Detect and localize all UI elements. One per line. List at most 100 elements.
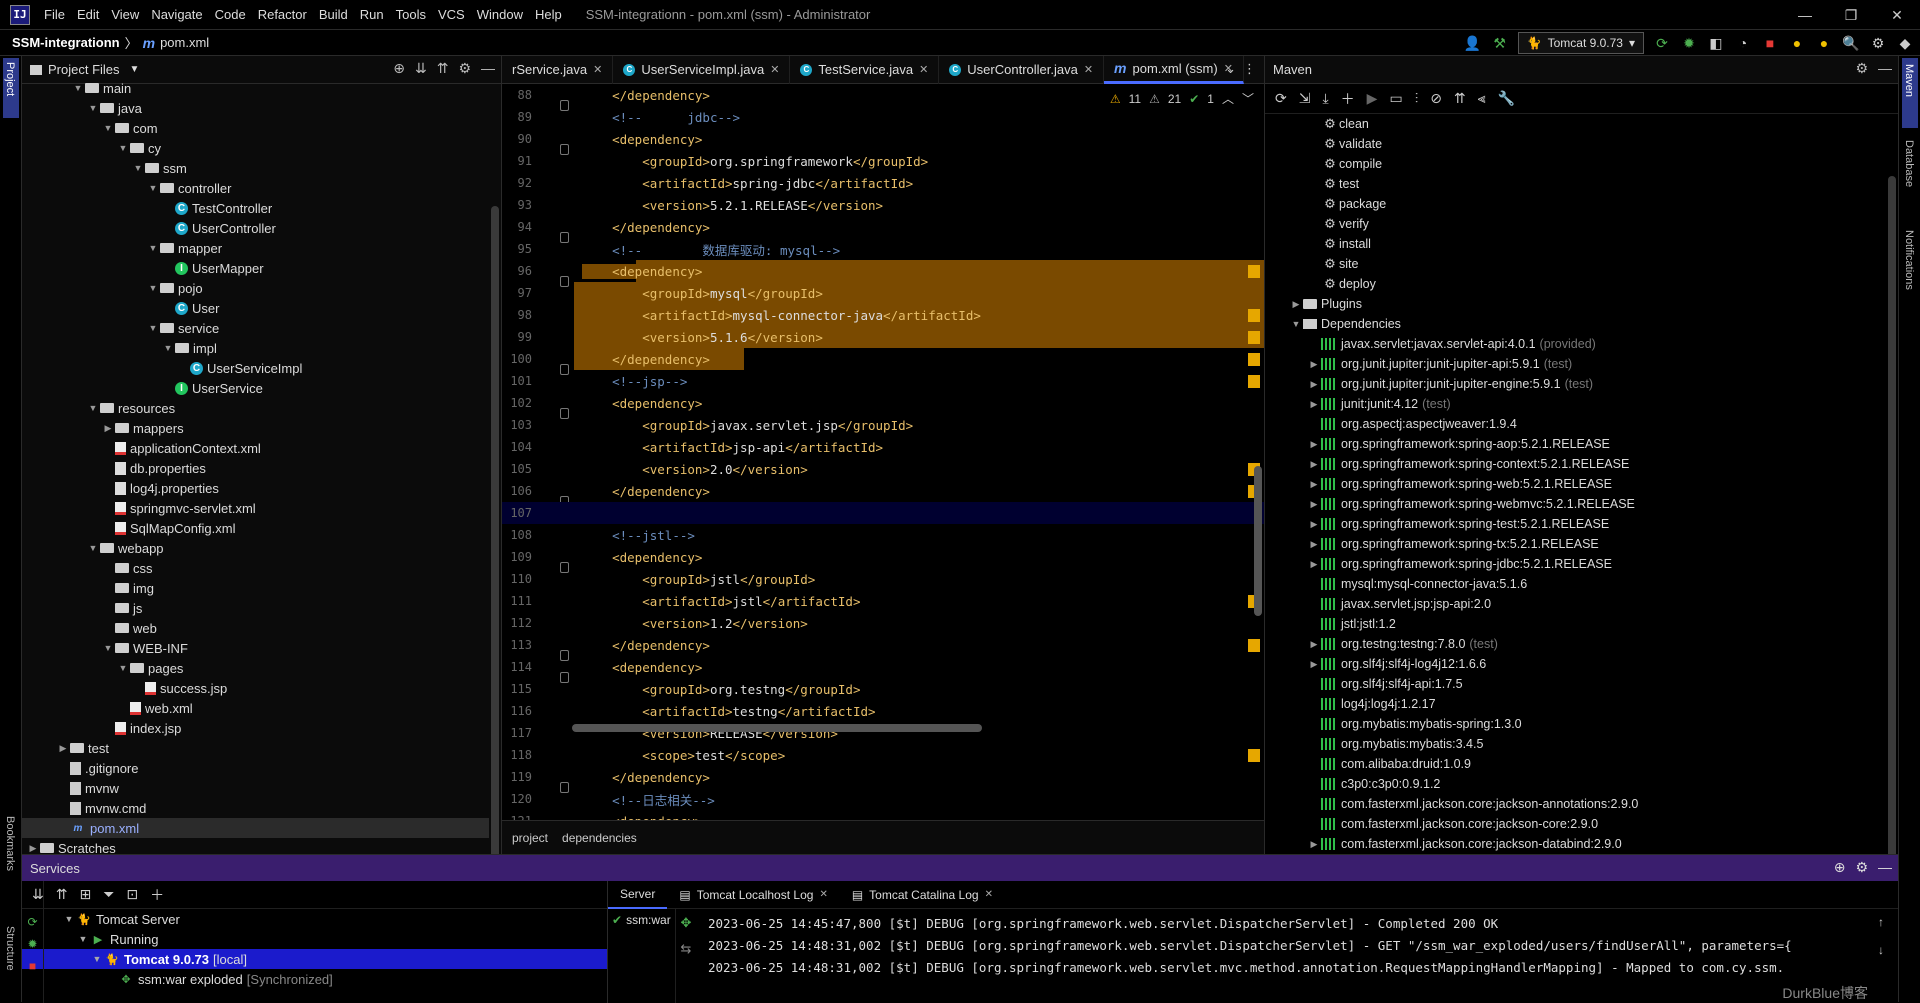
maven-lifecycle-goal[interactable]: ⚙ compile (1265, 154, 1884, 174)
maven-dependency[interactable]: ▶ org.springframework:spring-webmvc:5.2.1… (1265, 494, 1884, 514)
editor-hscrollbar[interactable] (572, 724, 982, 732)
project-tree-item[interactable]: success.jsp (22, 678, 489, 698)
expand-arrow-icon[interactable]: ▶ (1307, 559, 1321, 570)
maven-dependency[interactable]: com.alibaba:druid:1.0.9 (1265, 754, 1884, 774)
close-tab-icon[interactable]: ✕ (919, 63, 928, 76)
gear-icon[interactable]: ⚙ (1855, 60, 1868, 77)
stop-icon[interactable]: ■ (1761, 34, 1779, 52)
run-config-select[interactable]: 🐈 Tomcat 9.0.73 ▾ (1517, 32, 1644, 54)
download-icon[interactable]: ⤓ (1322, 90, 1328, 107)
project-tree-item[interactable]: ▼ pages (22, 658, 489, 678)
close-tab-icon[interactable]: ✕ (819, 889, 827, 900)
project-tree-item[interactable]: ▼ resources (22, 398, 489, 418)
code-line[interactable]: 112 <version>1.2</version> (502, 612, 1264, 634)
maven-plugins-node[interactable]: ▶ Plugins (1265, 294, 1884, 314)
project-tree-item[interactable]: ▶ mappers (22, 418, 489, 438)
menu-view[interactable]: View (111, 7, 139, 22)
project-tree-item[interactable]: C UserController (22, 218, 489, 238)
expand-arrow-icon[interactable]: ▶ (1307, 659, 1321, 670)
code-line[interactable]: 114 <dependency> (502, 656, 1264, 683)
restore-icon[interactable]: ❐ (1828, 0, 1874, 30)
generate-sources-icon[interactable]: ⇲ (1299, 90, 1311, 107)
services-output-tab[interactable]: Server (608, 881, 668, 909)
maven-dependency[interactable]: ▶ org.slf4j:slf4j-log4j12:1.6.6 (1265, 654, 1884, 674)
breadcrumb-project-tag[interactable]: project (512, 831, 548, 845)
maven-dependency[interactable]: mysql:mysql-connector-java:5.1.6 (1265, 574, 1884, 594)
project-tree-item[interactable]: ▼ impl (22, 338, 489, 358)
close-tab-icon[interactable]: ✕ (593, 63, 602, 76)
expand-arrow-icon[interactable]: ▼ (146, 283, 160, 293)
debug-icon[interactable]: ✹ (27, 937, 37, 951)
menu-window[interactable]: Window (477, 7, 523, 22)
editor-tab[interactable]: C TestService.java ✕ (790, 55, 940, 84)
maven-dependency[interactable]: javax.servlet:javax.servlet-api:4.0.1 (pr… (1265, 334, 1884, 354)
rerun-icon[interactable]: ⟳ (1653, 34, 1671, 52)
code-line[interactable]: 110 <groupId>jstl</groupId> (502, 568, 1264, 590)
project-tree-item[interactable]: I UserService (22, 378, 489, 398)
maven-dependency[interactable]: com.fasterxml.jackson.core:jackson-annot… (1265, 794, 1884, 814)
hide-icon[interactable]: — (481, 60, 495, 77)
structure-tool-tab[interactable]: Structure (4, 926, 16, 971)
build-hammer-icon[interactable]: ⚒ (1491, 34, 1509, 52)
menu-refactor[interactable]: Refactor (258, 7, 307, 22)
group-icon[interactable]: ⊞ (79, 886, 91, 903)
project-tree-item[interactable]: js (22, 598, 489, 618)
code-line[interactable]: 101 <!--jsp--> (502, 370, 1264, 392)
project-tree-item[interactable]: img (22, 578, 489, 598)
code-line[interactable]: 91 <groupId>org.springframework</groupId… (502, 150, 1264, 172)
hide-icon[interactable]: — (1878, 60, 1892, 77)
user-icon[interactable]: 👤 (1464, 34, 1482, 52)
code-line[interactable]: 118 <scope>test</scope> (502, 744, 1264, 766)
service-tree-item[interactable]: ✥ ssm:war exploded [Synchronized] (22, 969, 607, 989)
wrench-icon[interactable]: 🔧 (1498, 90, 1515, 107)
expand-arrow-icon[interactable]: ▼ (131, 163, 145, 173)
scroll-up-icon[interactable]: ↑ (1878, 915, 1884, 929)
editor-tab[interactable]: C UserController.java ✕ (939, 55, 1105, 84)
minimize-icon[interactable]: — (1782, 0, 1828, 30)
project-tree-item[interactable]: ▶ Scratches (22, 838, 489, 855)
service-tree-item[interactable]: ▼ 🐈 Tomcat Server (22, 909, 607, 929)
code-line[interactable]: 96 <dependency> (502, 260, 1264, 287)
project-tree-item[interactable]: ▼ service (22, 318, 489, 338)
code-line[interactable]: 99 <version>5.1.6</version> (502, 326, 1264, 348)
code-line[interactable]: 104 <artifactId>jsp-api</artifactId> (502, 436, 1264, 458)
code-line[interactable]: 106 </dependency> (502, 480, 1264, 507)
project-tree-item[interactable]: mvnw.cmd (22, 798, 489, 818)
project-tree-item[interactable]: index.jsp (22, 718, 489, 738)
maven-dependency[interactable]: ▶ org.junit.jupiter:junit-jupiter-engine:… (1265, 374, 1884, 394)
maven-dependency[interactable]: org.slf4j:slf4j-api:1.7.5 (1265, 674, 1884, 694)
code-line[interactable]: 102 <dependency> (502, 392, 1264, 419)
scroll-down-icon[interactable]: ↓ (1878, 943, 1884, 957)
service-tree-item[interactable]: ▼ ▶ Running (22, 929, 607, 949)
project-tree-item[interactable]: C TestController (22, 198, 489, 218)
code-line[interactable]: 89 <!-- jdbc--> (502, 106, 1264, 128)
menu-code[interactable]: Code (215, 7, 246, 22)
code-line[interactable]: 121 <dependency> (502, 810, 1264, 821)
project-tree-item[interactable]: ▼ pojo (22, 278, 489, 298)
warning-marker[interactable] (1248, 374, 1260, 388)
close-tab-icon[interactable]: ✕ (985, 889, 993, 900)
maven-dependency[interactable]: c3p0:c3p0:0.9.1.2 (1265, 774, 1884, 794)
expand-arrow-icon[interactable]: ▶ (101, 423, 115, 434)
maven-dependency[interactable]: ▶ org.testng:testng:7.8.0 (test) (1265, 634, 1884, 654)
warning-marker[interactable] (1248, 330, 1260, 344)
maven-lifecycle-goal[interactable]: ⚙ test (1265, 174, 1884, 194)
menu-vcs[interactable]: VCS (438, 7, 465, 22)
expand-arrow-icon[interactable]: ▶ (1307, 359, 1321, 370)
project-view-select[interactable]: Project Files (48, 62, 120, 77)
project-tree-item[interactable]: C User (22, 298, 489, 318)
code-line[interactable]: 116 <artifactId>testng</artifactId> (502, 700, 1264, 722)
database-tool-tab[interactable]: Database (1903, 140, 1915, 187)
show-dependencies-icon[interactable]: ⫷ (1478, 90, 1486, 107)
maven-dependency[interactable]: log4j:log4j:1.2.17 (1265, 694, 1884, 714)
expand-arrow-icon[interactable]: ▼ (161, 343, 175, 353)
project-tree-item[interactable]: ▼ WEB-INF (22, 638, 489, 658)
code-view[interactable]: 88 </dependency> 89 <!-- jdbc--> 90 <depen… (502, 84, 1264, 820)
expand-arrow-icon[interactable]: ▼ (146, 323, 160, 333)
rerun-icon[interactable]: ⟳ (27, 915, 37, 929)
editor-vscrollbar[interactable] (1254, 466, 1262, 616)
menu-help[interactable]: Help (535, 7, 562, 22)
maven-tool-tab[interactable]: Maven (1903, 64, 1915, 97)
gear-icon[interactable]: ⚙ (458, 60, 471, 77)
maven-lifecycle-goal[interactable]: ⚙ clean (1265, 114, 1884, 134)
